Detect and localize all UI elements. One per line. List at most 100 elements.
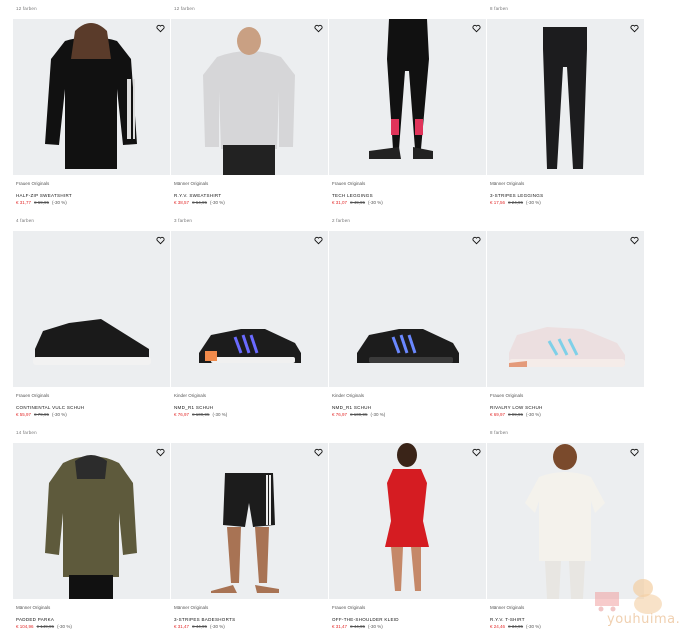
sale-price: € 76,97 <box>332 412 348 417</box>
product-category: Männer Originals <box>490 605 525 610</box>
product-shoe-rivalry-image <box>509 327 625 367</box>
product-category: Männer Originals <box>174 181 209 186</box>
color-count: 8 farben <box>490 430 509 435</box>
discount-label: (-30 %) <box>370 412 386 417</box>
discount-label: (-30 %) <box>52 200 67 205</box>
product-parka-olive-image <box>45 455 137 599</box>
color-count: 3 farben <box>174 218 193 223</box>
product-row: 12 farben Frauen Originals HALF-ZIP SWEA… <box>13 0 645 212</box>
wishlist-heart-icon[interactable] <box>314 24 323 33</box>
price-row: € 69,97 € 99,95 (-30 %) <box>490 412 541 417</box>
product-card[interactable]: Frauen Originals OFF-THE-SHOULDER KLEID … <box>329 424 487 630</box>
product-category: Männer Originals <box>174 605 209 610</box>
product-shoe-nmd-orange-image <box>199 329 301 363</box>
product-row: 4 farben Frauen Originals CONTINENTAL VU… <box>13 212 645 424</box>
price-row: € 76,97 € 109,95 (-30 %) <box>332 412 385 417</box>
product-name[interactable]: OFF-THE-SHOULDER KLEID <box>332 617 399 622</box>
product-name[interactable]: TECH LEGGINGS <box>332 193 373 198</box>
sale-price: € 104,96 <box>16 624 34 629</box>
product-image[interactable] <box>13 443 170 599</box>
sale-price: € 24,46 <box>490 624 506 629</box>
original-price: € 79,95 <box>34 412 50 417</box>
product-dress-red-image <box>385 443 429 591</box>
product-card[interactable]: 2 farben Kinder Originals NMD_R1 SCHUH €… <box>329 212 487 424</box>
product-card[interactable]: 8 farben Männer Originals 3-STRIPES LEGG… <box>487 0 645 212</box>
sale-price: € 76,97 <box>174 412 190 417</box>
product-image[interactable] <box>171 231 328 387</box>
product-image[interactable] <box>13 231 170 387</box>
product-shoe-black-image <box>33 319 151 365</box>
wishlist-heart-icon[interactable] <box>156 448 165 457</box>
product-shoe-nmd-black-image <box>357 329 459 363</box>
product-card[interactable]: Männer Originals 3-STRIPES BADESHORTS € … <box>171 424 329 630</box>
product-image[interactable] <box>329 443 486 599</box>
wishlist-heart-icon[interactable] <box>156 236 165 245</box>
product-name[interactable]: HALF-ZIP SWEATSHIRT <box>16 193 72 198</box>
color-count: 2 farben <box>332 218 351 223</box>
wishlist-heart-icon[interactable] <box>156 24 165 33</box>
price-row: € 31,47 € 44,95 (-30 %) <box>332 624 383 629</box>
discount-label: (-30 %) <box>368 200 383 205</box>
product-name[interactable]: NMD_R1 SCHUH <box>332 405 371 410</box>
product-name[interactable]: RIVALRY LOW SCHUH <box>490 405 543 410</box>
original-price: € 69,95 <box>34 200 50 205</box>
wishlist-heart-icon[interactable] <box>472 236 481 245</box>
original-price: € 49,95 <box>350 200 366 205</box>
product-name[interactable]: 3-STRIPES BADESHORTS <box>174 617 235 622</box>
wishlist-heart-icon[interactable] <box>314 236 323 245</box>
product-image[interactable] <box>487 19 644 175</box>
product-image[interactable] <box>171 19 328 175</box>
product-name[interactable]: R.Y.V. T-SHIRT <box>490 617 525 622</box>
wishlist-heart-icon[interactable] <box>630 448 639 457</box>
original-price: € 34,95 <box>508 624 524 629</box>
product-category: Frauen Originals <box>332 605 366 610</box>
wishlist-heart-icon[interactable] <box>472 448 481 457</box>
product-card[interactable]: Frauen Originals TECH LEGGINGS € 31,07 € … <box>329 0 487 212</box>
product-image[interactable] <box>329 19 486 175</box>
product-sweatshirt-black-image <box>45 23 137 169</box>
product-row: 14 farben Männer Originals PADDED PARKA … <box>13 424 645 630</box>
product-name[interactable]: NMD_R1 SCHUH <box>174 405 213 410</box>
discount-label: (-30 %) <box>526 200 541 205</box>
product-name[interactable]: R.Y.V. SWEATSHIRT <box>174 193 221 198</box>
original-price: € 44,95 <box>192 624 208 629</box>
sale-price: € 38,57 <box>174 200 190 205</box>
wishlist-heart-icon[interactable] <box>630 236 639 245</box>
price-row: € 17,56 € 24,95 (-30 %) <box>490 200 541 205</box>
product-name[interactable]: 3-STRIPES LEGGINGS <box>490 193 543 198</box>
product-category: Männer Originals <box>16 605 51 610</box>
color-count: 12 farben <box>16 6 37 11</box>
original-price: € 44,95 <box>350 624 366 629</box>
sale-price: € 69,97 <box>490 412 506 417</box>
product-image[interactable] <box>171 443 328 599</box>
product-card[interactable]: 12 farben Frauen Originals HALF-ZIP SWEA… <box>13 0 171 212</box>
product-name[interactable]: PADDED PARKA <box>16 617 54 622</box>
wishlist-heart-icon[interactable] <box>472 24 481 33</box>
product-category: Frauen Originals <box>16 181 50 186</box>
sale-price: € 31,47 <box>174 624 190 629</box>
original-price: € 109,95 <box>350 412 368 417</box>
price-row: € 76,97 € 109,95 (-30 %) <box>174 412 227 417</box>
product-card[interactable]: 12 farben Männer Originals R.Y.V. SWEATS… <box>171 0 329 212</box>
discount-label: (-30 %) <box>526 412 541 417</box>
discount-label: (-30 %) <box>368 624 383 629</box>
product-shorts-black-image <box>211 473 279 593</box>
product-card[interactable]: 3 farben Kinder Originals NMD_R1 SCHUH €… <box>171 212 329 424</box>
product-card[interactable]: 14 farben Männer Originals PADDED PARKA … <box>13 424 171 630</box>
sale-price: € 31,77 <box>16 200 32 205</box>
original-price: € 24,95 <box>508 200 524 205</box>
wishlist-heart-icon[interactable] <box>314 448 323 457</box>
original-price: € 64,95 <box>192 200 208 205</box>
product-card[interactable]: Frauen Originals RIVALRY LOW SCHUH € 69,… <box>487 212 645 424</box>
wishlist-heart-icon[interactable] <box>630 24 639 33</box>
price-row: € 55,97 € 79,95 (-30 %) <box>16 412 67 417</box>
product-category: Männer Originals <box>490 181 525 186</box>
product-image[interactable] <box>487 231 644 387</box>
product-card[interactable]: 4 farben Frauen Originals CONTINENTAL VU… <box>13 212 171 424</box>
product-image[interactable] <box>329 231 486 387</box>
product-leggings-black-image <box>543 27 587 169</box>
discount-label: (-30 %) <box>57 624 72 629</box>
product-name[interactable]: CONTINENTAL VULC SCHUH <box>16 405 84 410</box>
original-price: € 109,95 <box>192 412 210 417</box>
product-image[interactable] <box>13 19 170 175</box>
